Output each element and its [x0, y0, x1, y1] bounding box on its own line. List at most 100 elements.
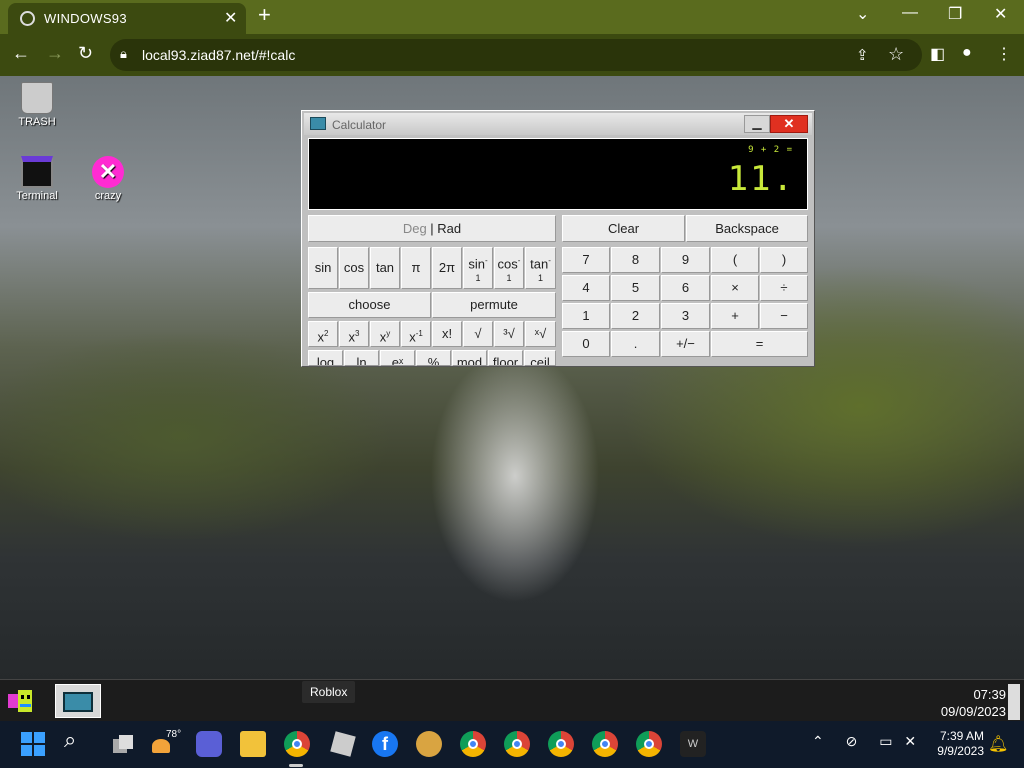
key-equals[interactable]: =: [711, 331, 808, 357]
clear-button[interactable]: Clear: [562, 215, 685, 242]
task-view-icon[interactable]: [110, 731, 136, 757]
search-icon[interactable]: ⌕: [64, 727, 90, 753]
chrome-icon[interactable]: [504, 731, 530, 757]
arcsin-button[interactable]: sin- 1: [463, 247, 493, 289]
choose-button[interactable]: choose: [308, 292, 431, 318]
tab-close-icon[interactable]: ✕: [224, 8, 237, 28]
desktop-icon-trash[interactable]: TRASH: [5, 82, 69, 128]
key-5[interactable]: 5: [611, 275, 660, 301]
profile-icon[interactable]: ●: [962, 44, 972, 62]
notification-bell-icon[interactable]: 🔔︎: [988, 734, 1008, 754]
desktop-icon-terminal[interactable]: Terminal: [5, 156, 69, 202]
reload-icon[interactable]: ↻: [78, 43, 93, 64]
calculator-titlebar[interactable]: Calculator ▁ ✕: [304, 113, 812, 135]
weather-widget[interactable]: 78°: [152, 729, 181, 757]
factorial-button[interactable]: x!: [432, 321, 462, 347]
word-icon[interactable]: W: [680, 731, 706, 757]
power-button[interactable]: xy: [370, 321, 400, 347]
key-6[interactable]: 6: [661, 275, 710, 301]
share-icon[interactable]: ⇪: [856, 46, 869, 64]
square-button[interactable]: x2: [308, 321, 338, 347]
chrome-icon[interactable]: [284, 731, 310, 757]
xroot-button[interactable]: ˣ√: [525, 321, 556, 347]
close-window-button[interactable]: ✕: [994, 4, 1007, 24]
windows-start-icon[interactable]: [20, 731, 46, 757]
key-3[interactable]: 3: [661, 303, 710, 329]
backspace-button[interactable]: Backspace: [686, 215, 808, 242]
taskbar-calculator-button[interactable]: [55, 684, 101, 718]
key-negate[interactable]: +/−: [661, 331, 710, 357]
reciprocal-button[interactable]: x-1: [401, 321, 431, 347]
bookmark-star-icon[interactable]: ☆: [888, 44, 904, 65]
ceil-button[interactable]: ceil: [524, 350, 556, 366]
minimize-window-button[interactable]: —: [902, 4, 918, 22]
display-icon[interactable]: ▭: [879, 733, 892, 749]
percent-button[interactable]: %: [416, 350, 451, 366]
chrome-icon[interactable]: [460, 731, 486, 757]
cbrt-button[interactable]: ³√: [494, 321, 524, 347]
browser-tab[interactable]: WINDOWS93 ✕: [8, 3, 246, 34]
network-icon[interactable]: ⊘: [846, 733, 858, 749]
key-1[interactable]: 1: [562, 303, 610, 329]
weather-icon: [152, 739, 170, 753]
scrollbar-thumb[interactable]: [1008, 684, 1020, 720]
arctan-button[interactable]: tan- 1: [525, 247, 556, 289]
chrome-icon[interactable]: [592, 731, 618, 757]
exp-button[interactable]: eˣ: [380, 350, 415, 366]
roblox-icon[interactable]: [330, 731, 356, 757]
sqrt-button[interactable]: √: [463, 321, 493, 347]
tan-button[interactable]: tan: [370, 247, 400, 289]
deg-option[interactable]: Deg: [403, 221, 427, 236]
key-7[interactable]: 7: [562, 247, 610, 273]
pi-button[interactable]: π: [401, 247, 431, 289]
key-9[interactable]: 9: [661, 247, 710, 273]
url-text[interactable]: local93.ziad87.net/#!calc: [142, 47, 295, 63]
rad-option[interactable]: Rad: [437, 221, 461, 236]
btn-sup: -1: [415, 329, 423, 338]
calculator-window[interactable]: Calculator ▁ ✕ 9 + 2 = 11. Deg | Rad sin…: [301, 110, 815, 367]
new-tab-button[interactable]: +: [258, 2, 271, 28]
mod-button[interactable]: mod: [452, 350, 487, 366]
angle-mode-toggle[interactable]: Deg | Rad: [308, 215, 556, 242]
two-pi-button[interactable]: 2π: [432, 247, 462, 289]
key-8[interactable]: 8: [611, 247, 660, 273]
chevron-up-icon[interactable]: ⌃: [812, 733, 824, 749]
facebook-icon[interactable]: f: [372, 731, 398, 757]
log-button[interactable]: log: [308, 350, 343, 366]
tab-search-icon[interactable]: ⌄: [856, 4, 869, 24]
video-call-icon[interactable]: [196, 731, 222, 757]
close-button[interactable]: ✕: [770, 115, 808, 133]
address-bar[interactable]: 🔒︎ local93.ziad87.net/#!calc ⇪ ☆: [110, 39, 922, 71]
restore-window-button[interactable]: ❐: [948, 4, 962, 24]
key-decimal[interactable]: .: [611, 331, 660, 357]
side-panel-icon[interactable]: ◧: [930, 44, 945, 64]
back-arrow-icon[interactable]: ←: [12, 43, 30, 64]
floor-button[interactable]: floor: [488, 350, 523, 366]
key-4[interactable]: 4: [562, 275, 610, 301]
forward-arrow-icon[interactable]: →: [46, 43, 64, 64]
key-close-paren[interactable]: ): [760, 247, 808, 273]
key-minus[interactable]: −: [760, 303, 808, 329]
cube-button[interactable]: x3: [339, 321, 369, 347]
key-multiply[interactable]: ×: [711, 275, 759, 301]
key-open-paren[interactable]: (: [711, 247, 759, 273]
permute-button[interactable]: permute: [432, 292, 556, 318]
key-2[interactable]: 2: [611, 303, 660, 329]
desktop-icon-crazy[interactable]: ✕ crazy: [76, 156, 140, 202]
windows-clock[interactable]: 7:39 AM 9/9/2023: [928, 729, 984, 759]
key-plus[interactable]: +: [711, 303, 759, 329]
minimize-button[interactable]: ▁: [744, 115, 770, 133]
key-divide[interactable]: ÷: [760, 275, 808, 301]
chrome-icon[interactable]: [548, 731, 574, 757]
arccos-button[interactable]: cos- 1: [494, 247, 524, 289]
cos-button[interactable]: cos: [339, 247, 369, 289]
key-0[interactable]: 0: [562, 331, 610, 357]
chrome-icon[interactable]: [636, 731, 662, 757]
menu-kebab-icon[interactable]: ⋮: [996, 44, 1012, 64]
windows93-start-icon[interactable]: [6, 688, 38, 714]
doge-icon[interactable]: [416, 731, 442, 757]
file-explorer-icon[interactable]: [240, 731, 266, 757]
volume-muted-icon[interactable]: ✕: [904, 733, 916, 749]
ln-button[interactable]: ln: [344, 350, 379, 366]
sin-button[interactable]: sin: [308, 247, 338, 289]
